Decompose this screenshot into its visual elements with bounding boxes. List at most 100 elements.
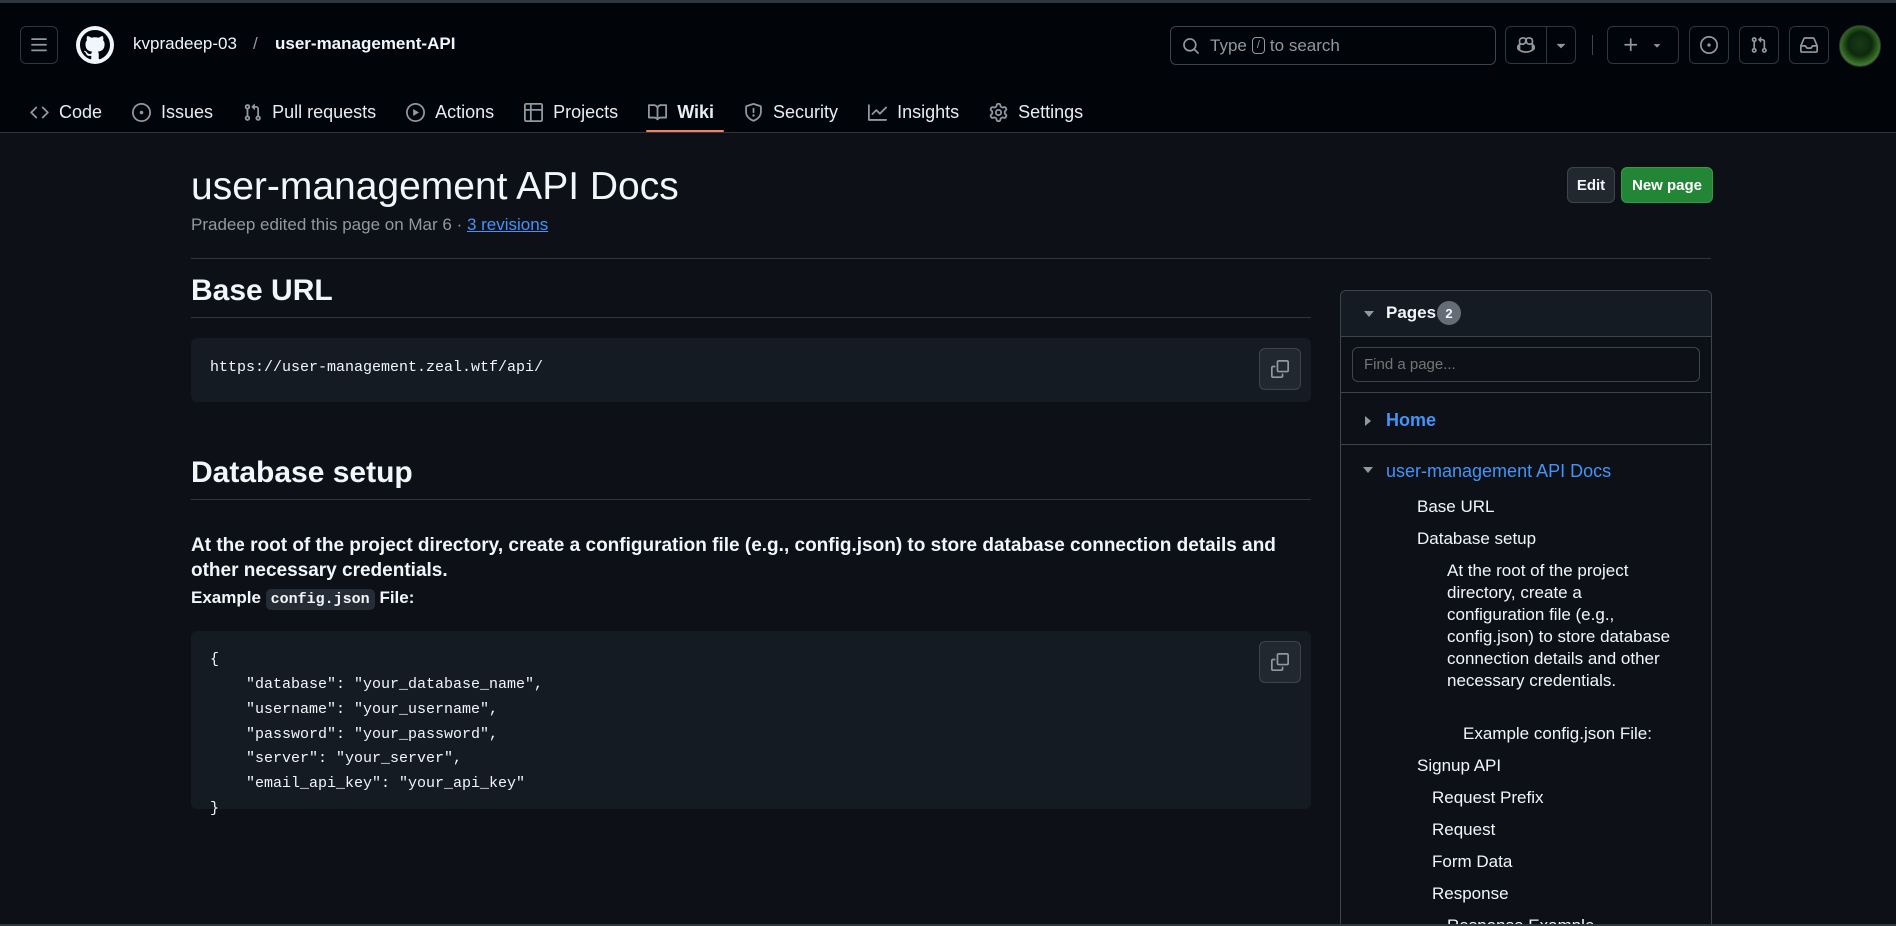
page-title: user-management API Docs — [191, 165, 679, 208]
copilot-button[interactable] — [1505, 26, 1547, 64]
caret-right-icon[interactable] — [1365, 416, 1371, 426]
tab-wiki[interactable]: Wiki — [646, 84, 724, 132]
copy-icon — [1271, 360, 1289, 378]
tab-security[interactable]: Security — [742, 84, 848, 132]
shield-icon — [745, 102, 762, 122]
toc-example-config[interactable]: Example config.json File: — [1463, 723, 1652, 745]
tab-code-label: Code — [59, 101, 103, 122]
triangle-down-icon — [1556, 43, 1566, 49]
toc-request[interactable]: Request — [1432, 819, 1495, 841]
find-page-input[interactable] — [1352, 347, 1700, 382]
toc-response[interactable]: Response — [1432, 883, 1509, 905]
tab-wiki-label: Wiki — [677, 101, 715, 122]
repo-nav: Code Issues Pull requests Actions Projec… — [28, 84, 1111, 132]
header-row: kvpradeep-03 / user-management-API Type … — [0, 23, 1896, 67]
code-line: { — [210, 651, 220, 668]
toc-database-setup[interactable]: Database setup — [1417, 528, 1536, 550]
sidebar-page-current[interactable]: user-management API Docs — [1386, 461, 1611, 482]
title-divider — [191, 258, 1711, 259]
github-logo-icon[interactable] — [76, 26, 114, 64]
tab-actions-label: Actions — [435, 101, 495, 122]
search-text-before: Type — [1210, 35, 1247, 55]
toc-base-url[interactable]: Base URL — [1417, 496, 1494, 518]
search-text-after: to search — [1269, 35, 1340, 55]
tab-projects-label: Projects — [553, 101, 619, 122]
inbox-button[interactable] — [1789, 26, 1829, 64]
code-line: "username": "your_username", — [210, 701, 499, 718]
search-icon — [1183, 37, 1199, 54]
caret-down-icon[interactable] — [1363, 467, 1373, 473]
tab-issues[interactable]: Issues — [130, 84, 223, 132]
top-header: kvpradeep-03 / user-management-API Type … — [0, 0, 1896, 133]
git-pull-request-icon — [1751, 36, 1767, 53]
toc-database-description[interactable]: At the root of the project directory, cr… — [1447, 560, 1677, 692]
base-url-code: https://user-management.zeal.wtf/api/ — [210, 359, 544, 376]
tab-issues-label: Issues — [161, 101, 214, 122]
sidebar-divider — [1341, 444, 1711, 445]
inbox-icon — [1800, 37, 1818, 53]
config-codeblock: { "database": "your_database_name", "use… — [191, 631, 1311, 817]
caret-down-icon — [1364, 311, 1374, 317]
copy-icon — [1271, 653, 1289, 671]
menu-button[interactable] — [20, 26, 58, 64]
breadcrumb-repo[interactable]: user-management-API — [275, 34, 455, 54]
code-line: "server": "your_server", — [210, 750, 463, 767]
search-input[interactable]: Type / to search — [1170, 26, 1496, 65]
base-url-heading: Base URL — [191, 274, 333, 307]
new-page-button[interactable]: New page — [1621, 167, 1713, 203]
tab-actions[interactable]: Actions — [404, 84, 504, 132]
code-line: "database": "your_database_name", — [210, 676, 544, 693]
pull-requests-button[interactable] — [1739, 26, 1779, 64]
tab-insights[interactable]: Insights — [866, 84, 969, 132]
heading-rule — [191, 317, 1311, 318]
create-new-button[interactable] — [1607, 26, 1679, 64]
breadcrumb-owner[interactable]: kvpradeep-03 — [133, 34, 237, 54]
tab-projects[interactable]: Projects — [522, 84, 628, 132]
issues-button[interactable] — [1689, 26, 1729, 64]
copy-button[interactable] — [1259, 641, 1301, 683]
base-url-codeblock: https://user-management.zeal.wtf/api/ — [191, 338, 1311, 402]
code-line: } — [210, 800, 220, 817]
header-divider — [1592, 35, 1593, 55]
tab-pull-requests[interactable]: Pull requests — [241, 84, 386, 132]
graph-icon — [868, 103, 888, 121]
tab-code[interactable]: Code — [28, 84, 112, 132]
tab-settings[interactable]: Settings — [987, 84, 1093, 132]
database-paragraph: At the root of the project directory, cr… — [191, 535, 1276, 581]
example-prefix: Example — [191, 588, 261, 607]
database-setup-heading: Database setup — [191, 456, 413, 489]
sidebar-page-home[interactable]: Home — [1386, 410, 1436, 431]
book-icon — [648, 103, 668, 120]
example-suffix: File: — [379, 588, 415, 607]
code-icon — [30, 106, 49, 118]
search-shortcut-key: / — [1251, 37, 1265, 54]
user-avatar[interactable] — [1839, 25, 1881, 67]
tab-security-label: Security — [773, 101, 839, 122]
pages-title: Pages — [1386, 303, 1437, 322]
copilot-dropdown-button[interactable] — [1546, 26, 1576, 64]
heading-rule — [191, 499, 1311, 500]
toc-request-prefix[interactable]: Request Prefix — [1432, 787, 1544, 809]
example-label: Example config.json File: — [191, 588, 415, 610]
hamburger-icon — [31, 38, 47, 52]
table-icon — [524, 102, 544, 122]
triangle-down-icon — [1653, 44, 1661, 48]
sidebar-divider — [1341, 392, 1711, 393]
pull-request-icon — [244, 103, 261, 121]
edit-button[interactable]: Edit — [1567, 167, 1615, 203]
pages-count-badge: 2 — [1437, 301, 1461, 325]
edit-info: Pradeep edited this page on Mar 6 · — [191, 215, 467, 234]
toc-form-data[interactable]: Form Data — [1432, 851, 1512, 873]
copy-button[interactable] — [1259, 348, 1301, 390]
code-line: "email_api_key": "your_api_key" — [210, 775, 526, 792]
toc-signup-api[interactable]: Signup API — [1417, 755, 1501, 777]
copilot-icon — [1517, 37, 1535, 53]
page-subtitle: Pradeep edited this page on Mar 6 · 3 re… — [191, 215, 548, 235]
tab-settings-label: Settings — [1018, 101, 1084, 122]
code-line: "password": "your_password", — [210, 726, 499, 743]
tab-insights-label: Insights — [897, 101, 960, 122]
plus-icon — [1624, 38, 1638, 52]
issue-icon — [132, 102, 152, 122]
pages-header[interactable]: Pages 2 — [1341, 291, 1711, 337]
revisions-link[interactable]: 3 revisions — [467, 215, 548, 234]
